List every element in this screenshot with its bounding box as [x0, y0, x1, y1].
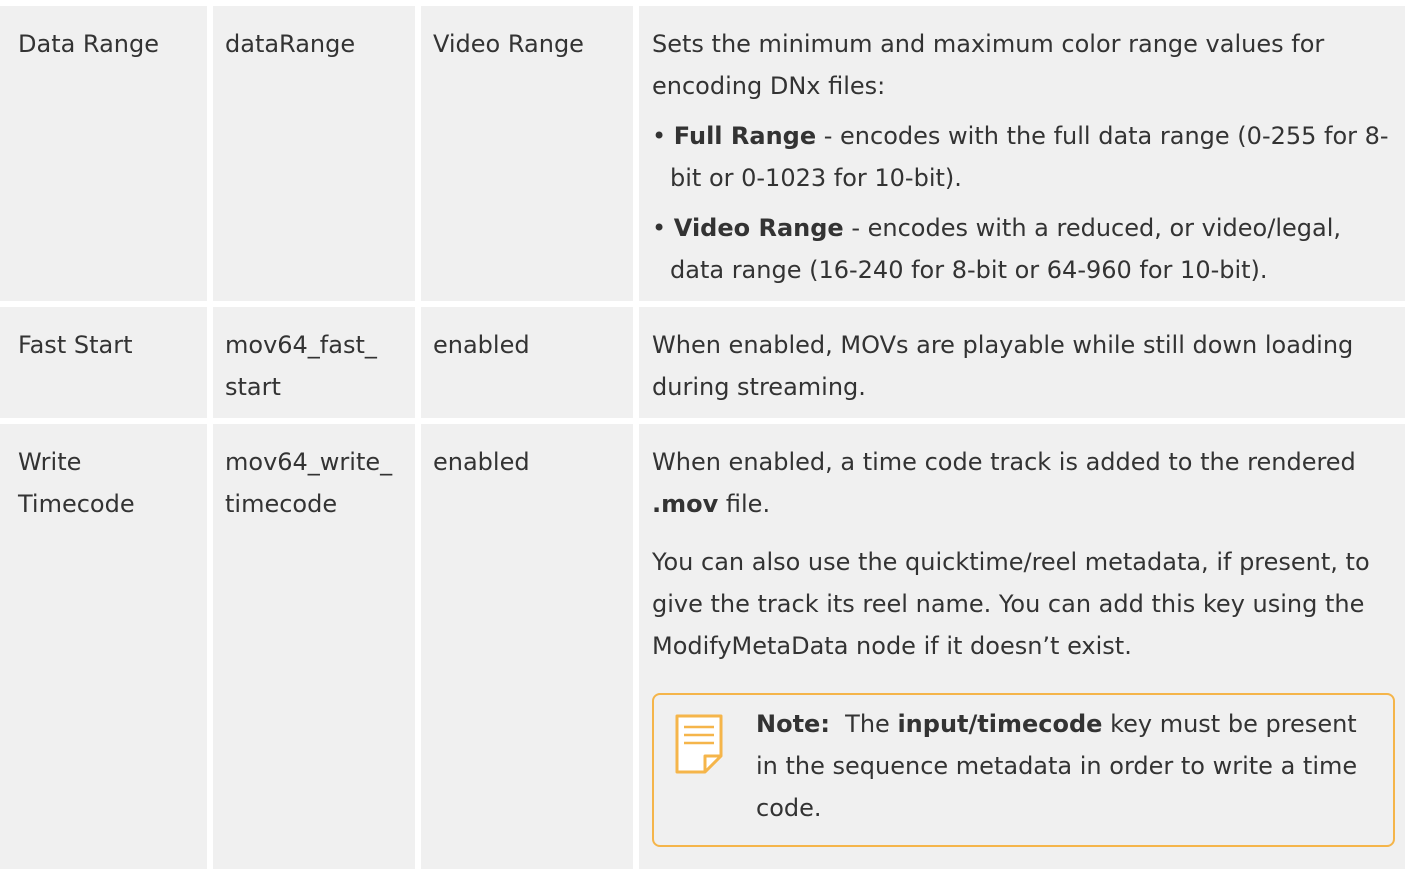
- table-row: Fast Start mov64_fast_ start enabled Whe…: [0, 307, 1405, 418]
- label-cell: Fast Start: [0, 307, 207, 418]
- label-cell: Data Range: [0, 6, 207, 301]
- parameter-table: Data Range dataRange Video Range Sets th…: [0, 0, 1405, 869]
- bullet-item: • Full Range - encodes with the full dat…: [652, 122, 1389, 192]
- bullet-item: • Video Range - encodes with a reduced, …: [652, 214, 1341, 284]
- description-text: When enabled, a time code track is added…: [652, 441, 1395, 525]
- note-callout: Note: The input/timecode key must be pre…: [652, 693, 1395, 847]
- note-text: Note: The input/timecode key must be pre…: [734, 703, 1377, 829]
- label-cell: Write Timecode: [0, 424, 207, 869]
- table-row: Write Timecode mov64_write_ timecode ena…: [0, 424, 1405, 869]
- default-cell: enabled: [421, 307, 633, 418]
- note-label: Note:: [756, 710, 830, 738]
- description-text: When enabled, MOVs are playable while st…: [652, 331, 1354, 401]
- description-cell: Sets the minimum and maximum color range…: [639, 6, 1405, 301]
- note-icon: [674, 711, 734, 829]
- description-pre: When enabled, a time code track is added…: [652, 448, 1356, 476]
- description-post: file.: [718, 490, 771, 518]
- description-text-2: You can also use the quicktime/reel meta…: [652, 548, 1370, 660]
- key-cell: mov64_fast_ start: [213, 307, 415, 418]
- description-cell: When enabled, MOVs are playable while st…: [639, 307, 1405, 418]
- table-row: Data Range dataRange Video Range Sets th…: [0, 6, 1405, 301]
- note-pre: The: [829, 710, 898, 738]
- bullet-term: Video Range: [673, 214, 844, 242]
- description-cell: When enabled, a time code track is added…: [639, 424, 1405, 869]
- bullet-term: Full Range: [673, 122, 817, 150]
- default-cell: enabled: [421, 424, 633, 869]
- note-key: input/timecode: [897, 710, 1103, 738]
- description-text: Sets the minimum and maximum color range…: [652, 30, 1325, 100]
- key-cell: mov64_write_ timecode: [213, 424, 415, 869]
- default-cell: Video Range: [421, 6, 633, 301]
- key-cell: dataRange: [213, 6, 415, 301]
- file-extension: .mov: [652, 490, 719, 518]
